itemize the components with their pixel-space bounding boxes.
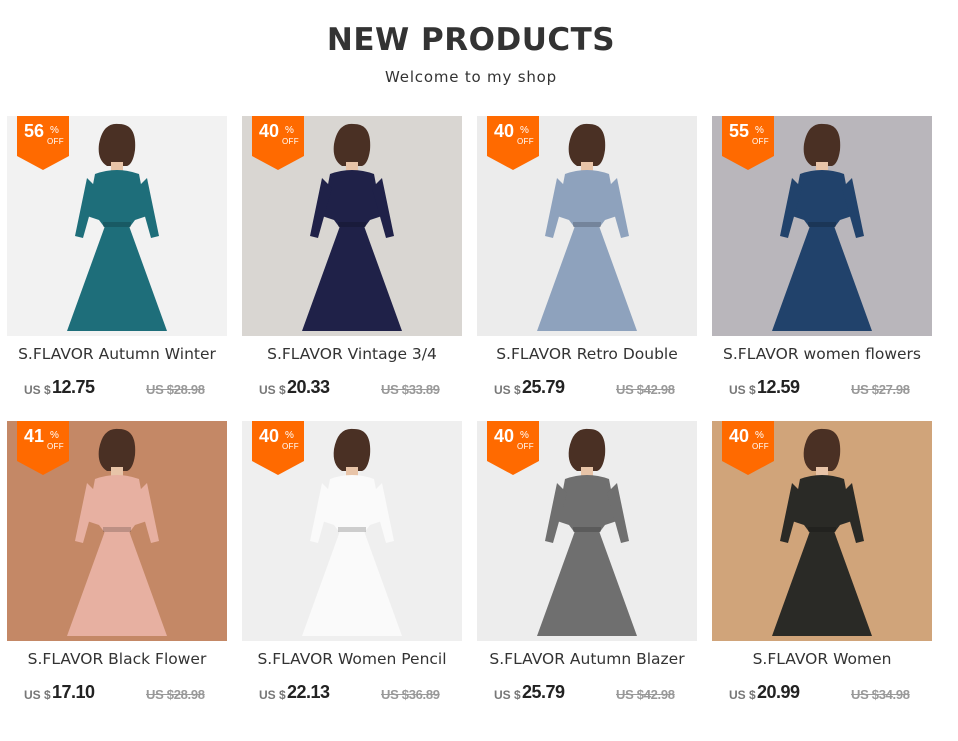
- original-price: US $27.98: [851, 382, 910, 397]
- product-card[interactable]: 55% OFF S.FLAVOR women flowers US $12.59 US …: [712, 116, 932, 406]
- product-card[interactable]: 40% OFF S.FLAVOR Retro Double US $25.79 US $…: [477, 116, 697, 406]
- discount-badge: 55% OFF: [722, 116, 774, 170]
- product-card[interactable]: 40% OFF S.FLAVOR Vintage 3/4 US $20.33 US $3…: [242, 116, 462, 406]
- sale-price: 20.99: [757, 682, 800, 702]
- percent-sign: %: [520, 125, 529, 136]
- sale-price: 25.79: [522, 377, 565, 397]
- product-name[interactable]: S.FLAVOR Vintage 3/4: [242, 345, 462, 363]
- currency-label: US $: [259, 383, 286, 397]
- currency-label: US $: [259, 688, 286, 702]
- off-label: OFF: [517, 442, 534, 451]
- page-title: NEW PRODUCTS: [326, 22, 616, 58]
- discount-badge: 56% OFF: [17, 116, 69, 170]
- percent-sign: %: [285, 430, 294, 441]
- price-row: US $20.99 US $34.98: [712, 682, 932, 704]
- price-row: US $17.10 US $28.98: [7, 682, 227, 704]
- percent-sign: %: [50, 430, 59, 441]
- discount-value: 40: [729, 426, 750, 446]
- sale-price: 20.33: [287, 377, 330, 397]
- percent-sign: %: [50, 125, 59, 136]
- discount-badge: 40% OFF: [722, 421, 774, 475]
- product-card[interactable]: 41% OFF S.FLAVOR Black Flower US $17.10 US $…: [7, 421, 227, 711]
- discount-badge: 40% OFF: [252, 421, 304, 475]
- currency-label: US $: [494, 688, 521, 702]
- price-row: US $22.13 US $36.89: [242, 682, 462, 704]
- currency-label: US $: [729, 383, 756, 397]
- discount-badge: 41% OFF: [17, 421, 69, 475]
- original-price: US $34.98: [851, 687, 910, 702]
- percent-sign: %: [520, 430, 529, 441]
- price-row: US $12.59 US $27.98: [712, 377, 932, 399]
- product-name[interactable]: S.FLAVOR Autumn Winter: [7, 345, 227, 363]
- page-subtitle: Welcome to my shop: [385, 68, 557, 86]
- original-price: US $28.98: [146, 687, 205, 702]
- discount-value: 41: [24, 426, 45, 446]
- sale-price: 12.75: [52, 377, 95, 397]
- discount-badge: 40% OFF: [252, 116, 304, 170]
- product-name[interactable]: S.FLAVOR Autumn Blazer: [477, 650, 697, 668]
- original-price: US $28.98: [146, 382, 205, 397]
- product-name[interactable]: S.FLAVOR Black Flower: [7, 650, 227, 668]
- product-card[interactable]: 56% OFF S.FLAVOR Autumn Winter US $12.75 US …: [7, 116, 227, 406]
- discount-value: 40: [259, 121, 280, 141]
- discount-badge: 40% OFF: [487, 116, 539, 170]
- sale-price: 25.79: [522, 682, 565, 702]
- currency-label: US $: [494, 383, 521, 397]
- off-label: OFF: [752, 442, 769, 451]
- original-price: US $42.98: [616, 687, 675, 702]
- off-label: OFF: [282, 442, 299, 451]
- off-label: OFF: [752, 137, 769, 146]
- off-label: OFF: [47, 137, 64, 146]
- product-card[interactable]: 40% OFF S.FLAVOR Autumn Blazer US $25.79 US …: [477, 421, 697, 711]
- product-name[interactable]: S.FLAVOR women flowers: [712, 345, 932, 363]
- product-name[interactable]: S.FLAVOR Women Pencil: [242, 650, 462, 668]
- original-price: US $42.98: [616, 382, 675, 397]
- discount-value: 40: [494, 121, 515, 141]
- off-label: OFF: [517, 137, 534, 146]
- price-row: US $25.79 US $42.98: [477, 682, 697, 704]
- currency-label: US $: [24, 688, 51, 702]
- currency-label: US $: [729, 688, 756, 702]
- off-label: OFF: [282, 137, 299, 146]
- discount-badge: 40% OFF: [487, 421, 539, 475]
- percent-sign: %: [285, 125, 294, 136]
- price-row: US $20.33 US $33.89: [242, 377, 462, 399]
- sale-price: 12.59: [757, 377, 800, 397]
- product-name[interactable]: S.FLAVOR Retro Double: [477, 345, 697, 363]
- discount-value: 55: [729, 121, 750, 141]
- price-row: US $12.75 US $28.98: [7, 377, 227, 399]
- product-name[interactable]: S.FLAVOR Women: [712, 650, 932, 668]
- price-row: US $25.79 US $42.98: [477, 377, 697, 399]
- product-card[interactable]: 40% OFF S.FLAVOR Women US $20.99 US $34.98: [712, 421, 932, 711]
- sale-price: 17.10: [52, 682, 95, 702]
- discount-value: 40: [259, 426, 280, 446]
- percent-sign: %: [755, 430, 764, 441]
- off-label: OFF: [47, 442, 64, 451]
- product-card[interactable]: 40% OFF S.FLAVOR Women Pencil US $22.13 US $…: [242, 421, 462, 711]
- currency-label: US $: [24, 383, 51, 397]
- discount-value: 40: [494, 426, 515, 446]
- original-price: US $36.89: [381, 687, 440, 702]
- sale-price: 22.13: [287, 682, 330, 702]
- percent-sign: %: [755, 125, 764, 136]
- original-price: US $33.89: [381, 382, 440, 397]
- discount-value: 56: [24, 121, 45, 141]
